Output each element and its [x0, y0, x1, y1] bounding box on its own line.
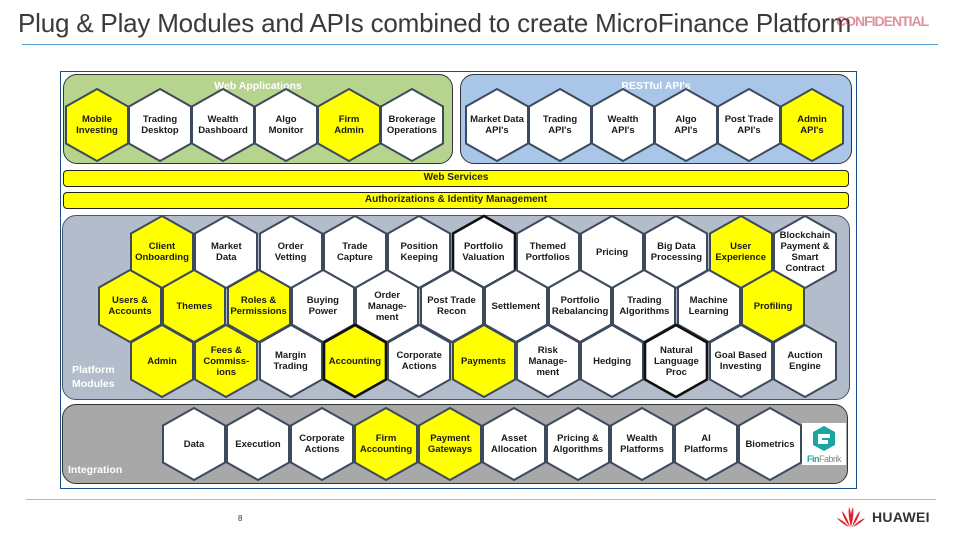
module-label: Algo Monitor	[268, 114, 304, 136]
module-trading-api-s: Trading API's	[527, 87, 593, 163]
module-label: Mobile Investing	[76, 114, 118, 136]
module-wealth-dashboard: Wealth Dashboard	[190, 87, 256, 163]
module-label: Firm Accounting	[359, 433, 413, 455]
module-margin-trading: Margin Trading	[258, 323, 324, 399]
huawei-wordmark: HUAWEI	[872, 509, 930, 525]
finfabrik-wordmark: FinFabrik	[802, 454, 846, 464]
module-brokerage-operations: Brokerage Operations	[379, 87, 445, 163]
huawei-petal-icon	[837, 507, 865, 527]
module-market-data-api-s: Market Data API's	[464, 87, 530, 163]
module-label: Biometrics	[745, 438, 795, 450]
module-label: AI Platforms	[684, 433, 728, 455]
confidential-watermark: CONFIDENTIAL	[836, 13, 929, 29]
module-label: Corporate Actions	[396, 350, 442, 372]
module-label: Corporate Actions	[299, 433, 345, 455]
module-algo-monitor: Algo Monitor	[253, 87, 319, 163]
module-label: Firm Admin	[334, 114, 364, 136]
module-payments: Payments	[451, 323, 517, 399]
module-label: Hedging	[593, 355, 632, 367]
finfabrik-logo: FinFabrik	[802, 423, 846, 465]
module-label: Payments	[461, 355, 506, 367]
huawei-logo: HUAWEI	[836, 506, 930, 528]
module-hedging: Hedging	[579, 323, 645, 399]
module-wealth-api-s: Wealth API's	[590, 87, 656, 163]
module-wealth-platforms: Wealth Platforms	[609, 406, 675, 482]
footer-divider	[26, 499, 936, 500]
module-payment-gateways: Payment Gateways	[417, 406, 483, 482]
title-divider	[22, 44, 938, 45]
module-firm-accounting: Firm Accounting	[353, 406, 419, 482]
module-label: Wealth Dashboard	[198, 114, 248, 136]
module-execution: Execution	[225, 406, 291, 482]
finfabrik-wordmark-fin: Fin	[806, 454, 820, 464]
module-label: Data	[183, 438, 205, 450]
page-number: 8	[238, 514, 243, 523]
module-mobile-investing: Mobile Investing	[64, 87, 130, 163]
module-label: Payment Gateways	[427, 433, 473, 455]
module-label: Algo API's	[674, 114, 698, 136]
platform-modules-label: Platform Modules	[72, 364, 115, 390]
module-trading-desktop: Trading Desktop	[127, 87, 193, 163]
module-accounting: Accounting	[322, 323, 388, 399]
module-goal-based-investing: Goal Based Investing	[708, 323, 774, 399]
integration-label: Integration	[68, 464, 123, 476]
module-label: Auction Engine	[787, 350, 823, 372]
module-admin: Admin	[129, 323, 195, 399]
finfabrik-wordmark-fabrik: Fabrik	[818, 454, 842, 464]
module-label: Natural Language Proc	[653, 344, 699, 378]
module-asset-allocation: Asset Allocation	[481, 406, 547, 482]
module-natural-language-proc: Natural Language Proc	[643, 323, 709, 399]
module-label: Brokerage Operations	[386, 114, 438, 136]
module-auction-engine: Auction Engine	[772, 323, 838, 399]
module-biometrics: Biometrics	[737, 406, 803, 482]
module-label: Admin	[147, 355, 177, 367]
module-label: Wealth API's	[607, 114, 639, 136]
module-label: Wealth Platforms	[620, 433, 664, 455]
slide-title: Plug & Play Modules and APIs combined to…	[18, 8, 852, 38]
module-algo-api-s: Algo API's	[653, 87, 719, 163]
finfabrik-logo-icon	[813, 426, 835, 451]
module-label: Post Trade API's	[724, 114, 774, 136]
module-corporate-actions: Corporate Actions	[386, 323, 452, 399]
module-label: Admin API's	[797, 114, 827, 136]
module-label: Margin Trading	[273, 350, 308, 372]
module-label: Asset Allocation	[491, 433, 537, 455]
web-services-bar: Web Services	[63, 170, 849, 187]
module-label: Execution	[235, 438, 281, 450]
module-firm-admin: Firm Admin	[316, 87, 382, 163]
module-corporate-actions: Corporate Actions	[289, 406, 355, 482]
module-label: Risk Manage- ment	[528, 344, 568, 378]
module-label: Market Data API's	[470, 114, 524, 136]
module-label: Goal Based Investing	[714, 350, 767, 372]
module-label: Fees & Commiss- ions	[203, 344, 250, 378]
module-pricing-algorithms: Pricing & Algorithms	[545, 406, 611, 482]
authorization-identity-bar: Authorizations & Identity Management	[63, 192, 849, 209]
module-label: Accounting	[328, 355, 382, 367]
module-label: Pricing & Algorithms	[552, 433, 604, 455]
module-ai-platforms: AI Platforms	[673, 406, 739, 482]
module-post-trade-api-s: Post Trade API's	[716, 87, 782, 163]
module-label: Trading API's	[542, 114, 578, 136]
module-label: Trading Desktop	[141, 114, 179, 136]
module-fees-commiss-ions: Fees & Commiss- ions	[193, 323, 259, 399]
module-risk-manage-ment: Risk Manage- ment	[515, 323, 581, 399]
module-admin-api-s: Admin API's	[779, 87, 845, 163]
module-data: Data	[161, 406, 227, 482]
